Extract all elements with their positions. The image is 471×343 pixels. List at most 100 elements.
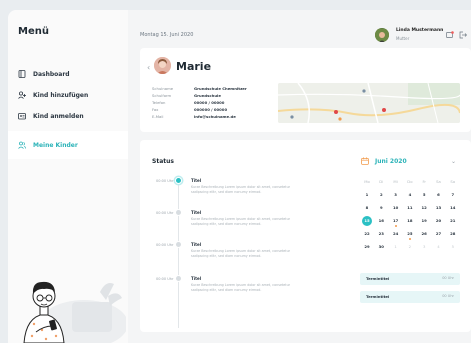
calendar-weekday: Sa: [436, 179, 441, 184]
calendar-day[interactable]: 9: [375, 203, 387, 213]
calendar-weekday: Di: [379, 179, 384, 184]
calendar-day[interactable]: 3: [390, 190, 402, 200]
status-title: Status: [152, 158, 174, 165]
timeline-description: Kurze Beschreibung Lorem ipsum dolor sit…: [191, 249, 291, 258]
calendar-day[interactable]: 26: [418, 229, 430, 239]
calendar-day[interactable]: 1: [390, 242, 402, 252]
calendar-day[interactable]: 1: [361, 190, 373, 200]
map-graphic: [278, 83, 460, 123]
calendar-day[interactable]: 2: [404, 242, 416, 252]
parent-with-phone-illustration: [23, 281, 126, 343]
calendar-day[interactable]: 20: [433, 216, 445, 226]
calendar-event-marker: [394, 225, 397, 227]
calendar-day[interactable]: 19: [418, 216, 430, 226]
calendar-day[interactable]: 12: [418, 203, 430, 213]
sidebar-item-label: Meine Kinder: [33, 141, 78, 149]
id-card-icon: [18, 113, 26, 120]
info-value-schulform: Grundschule: [194, 93, 221, 98]
event-label: Termintitel: [366, 276, 390, 281]
calendar-day[interactable]: 10: [390, 203, 402, 213]
calendar-icon: [361, 157, 369, 165]
sidebar-item-kind-anmelden[interactable]: Kind anmelden: [18, 111, 84, 121]
child-avatar: [154, 57, 171, 74]
info-value-email[interactable]: info@schulname.de: [194, 114, 236, 119]
calendar-day[interactable]: 4: [404, 190, 416, 200]
user-role: Mutter: [396, 36, 410, 41]
calendar-weekday: Do: [407, 179, 413, 184]
calendar-day[interactable]: 5: [447, 242, 459, 252]
dashboard-icon: [18, 70, 26, 78]
calendar-day[interactable]: 5: [418, 190, 430, 200]
calendar-day[interactable]: 21: [447, 216, 459, 226]
calendar-day[interactable]: 29: [361, 242, 373, 252]
sidebar-item-label: Kind hinzufügen: [33, 91, 89, 99]
info-label-fax: Fax: [152, 107, 159, 112]
timeline-dot: [175, 241, 182, 248]
timeline-time: 00:00 Uhr: [156, 179, 174, 183]
timeline-dot: [175, 209, 182, 216]
calendar-day[interactable]: 23: [375, 229, 387, 239]
info-label-email: E-Mail: [152, 114, 164, 119]
calendar-weekday: Fr: [422, 179, 426, 184]
calendar-day[interactable]: 24: [390, 229, 402, 239]
calendar-event[interactable]: Termintitel 00 Uhr: [360, 291, 460, 303]
timeline-description: Kurze Beschreibung Lorem ipsum dolor sit…: [191, 185, 291, 194]
timeline-title: Titel: [191, 178, 202, 183]
info-label-schulname: Schulname: [152, 86, 174, 91]
user-name: Linda Mustermann: [396, 28, 444, 33]
sidebar-item-kind-hinzufuegen[interactable]: Kind hinzufügen: [18, 90, 88, 100]
calendar-day[interactable]: 8: [361, 203, 373, 213]
calendar-day[interactable]: 11: [404, 203, 416, 213]
calendar-day[interactable]: 13: [433, 203, 445, 213]
calendar-day[interactable]: 18: [404, 216, 416, 226]
event-time: 00 Uhr: [442, 276, 454, 280]
calendar-day[interactable]: 4: [433, 242, 445, 252]
info-label-telefon: Telefon: [152, 100, 166, 105]
info-value-telefon: 00000 / 00000: [194, 100, 225, 105]
child-photo-icon: [154, 57, 171, 74]
calendar-day[interactable]: 22: [361, 229, 373, 239]
calendar-day[interactable]: 3: [418, 242, 430, 252]
menu-title: Menü: [18, 26, 49, 37]
sidebar-item-meine-kinder[interactable]: Meine Kinder: [18, 140, 78, 150]
timeline-title: Titel: [191, 210, 202, 215]
timeline-title: Titel: [191, 242, 202, 247]
timeline-description: Kurze Beschreibung Lorem ipsum dolor sit…: [191, 217, 291, 226]
calendar-day[interactable]: 6: [433, 190, 445, 200]
calendar-day[interactable]: 16: [375, 216, 387, 226]
calendar-day[interactable]: 28: [447, 229, 459, 239]
calendar-month[interactable]: Juni 2020: [375, 158, 407, 165]
add-user-icon: [18, 91, 26, 99]
child-name: Marie: [176, 60, 212, 73]
back-chevron-icon[interactable]: ‹: [147, 63, 150, 72]
sidebar-item-label: Dashboard: [33, 70, 70, 78]
event-label: Termintitel: [366, 294, 390, 299]
chevron-down-icon[interactable]: ⌄: [451, 158, 456, 165]
current-date: Montag 15. Juni 2020: [140, 32, 194, 38]
timeline-dot-active: [175, 177, 182, 184]
timeline-time: 00:00 Uhr: [156, 211, 174, 215]
sidebar-item-dashboard[interactable]: Dashboard: [18, 69, 70, 79]
logout-icon[interactable]: [459, 31, 467, 39]
calendar-day[interactable]: 27: [433, 229, 445, 239]
users-icon: [18, 141, 26, 149]
calendar-day[interactable]: 7: [447, 190, 459, 200]
calendar-day[interactable]: 2: [375, 190, 387, 200]
school-location-map[interactable]: [278, 83, 460, 123]
notification-icon[interactable]: [446, 31, 454, 39]
calendar-event[interactable]: Termintitel 00 Uhr: [360, 273, 460, 285]
event-time: 00 Uhr: [442, 294, 454, 298]
calendar-day[interactable]: 30: [375, 242, 387, 252]
calendar-weekday: So: [450, 179, 456, 184]
calendar-weekday: Mo: [364, 179, 370, 184]
timeline-description: Kurze Beschreibung Lorem ipsum dolor sit…: [191, 283, 291, 292]
info-label-schulform: Schulform: [152, 93, 172, 98]
calendar-day[interactable]: 15: [362, 216, 372, 226]
user-avatar[interactable]: [375, 28, 389, 42]
info-value-schulname: Grundschule Chemnitzer: [194, 86, 247, 91]
timeline-line: [178, 178, 179, 328]
calendar-event-marker: [408, 238, 411, 240]
timeline-dot: [175, 275, 182, 282]
timeline-time: 00:00 Uhr: [156, 243, 174, 247]
calendar-day[interactable]: 14: [447, 203, 459, 213]
